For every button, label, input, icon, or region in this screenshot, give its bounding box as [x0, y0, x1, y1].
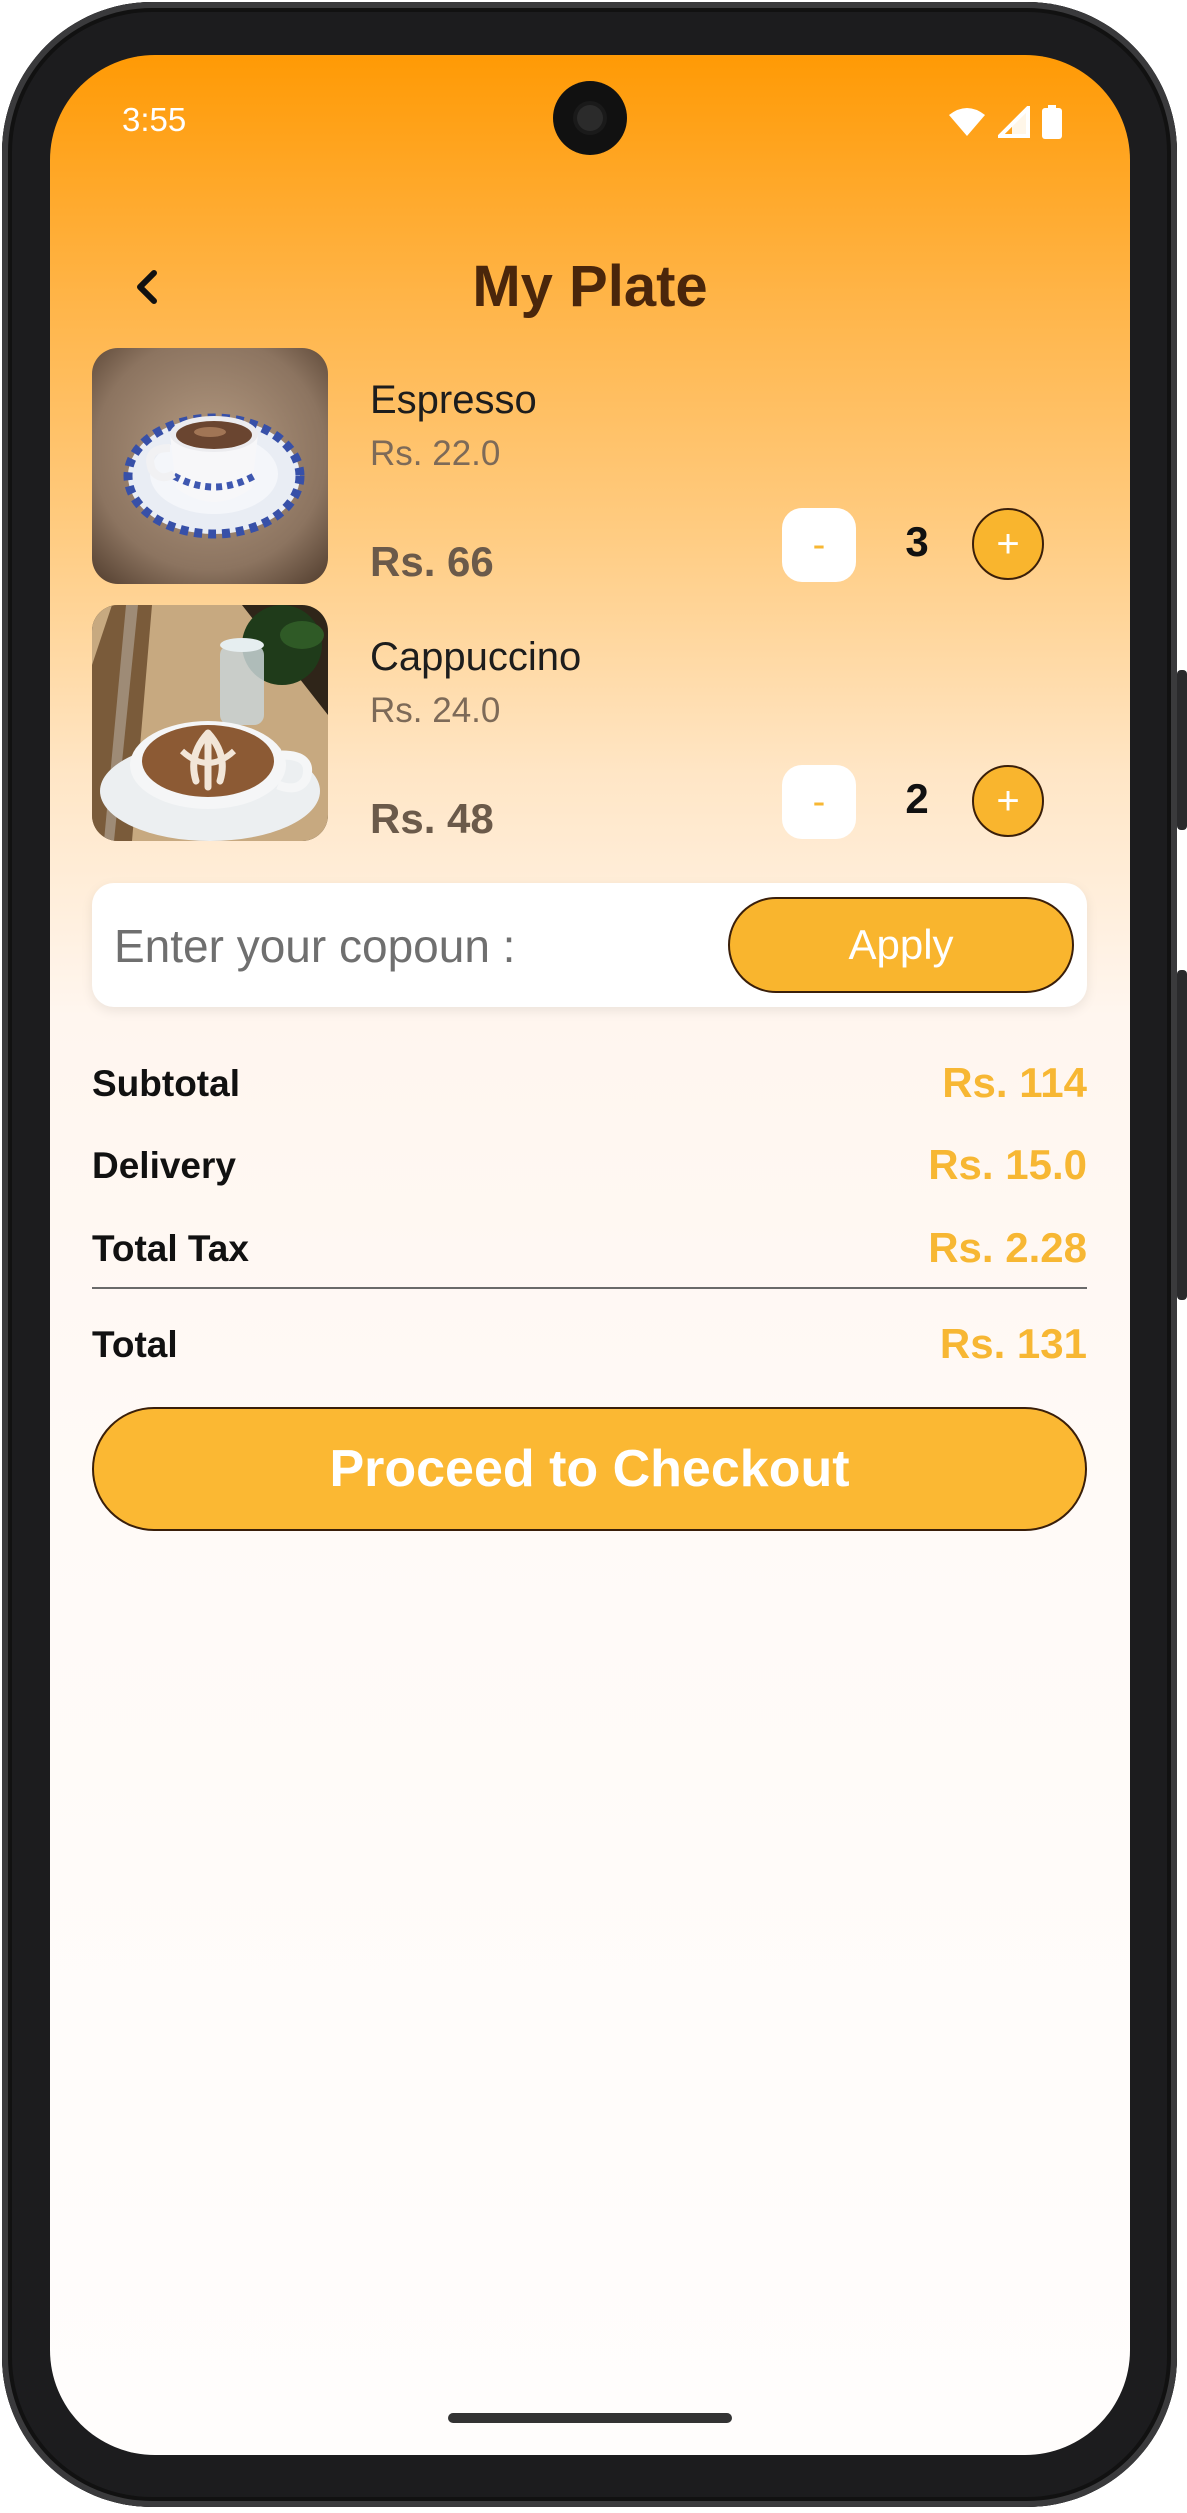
delivery-row: Delivery Rs. 15.0: [92, 1137, 1087, 1197]
app-header: My Plate: [50, 205, 1130, 319]
total-label: Total: [92, 1324, 178, 1365]
tax-value: Rs. 2.28: [928, 1224, 1087, 1271]
tax-label: Total Tax: [92, 1228, 249, 1269]
battery-icon: [1042, 105, 1062, 139]
status-icons: [948, 105, 1062, 139]
power-button: [1177, 970, 1187, 1300]
page-title: My Plate: [472, 254, 708, 319]
cappuccino-image: [92, 605, 328, 841]
increase-quantity-button[interactable]: +: [972, 508, 1044, 580]
tax-row: Total Tax Rs. 2.28: [92, 1220, 1087, 1280]
delivery-value: Rs. 15.0: [928, 1141, 1087, 1188]
item-unit-price: Rs. 24.0: [370, 691, 501, 730]
subtotal-value: Rs. 114: [942, 1059, 1087, 1106]
item-unit-price: Rs. 22.0: [370, 434, 501, 473]
front-camera: [553, 81, 627, 155]
volume-button: [1177, 670, 1187, 830]
subtotal-label: Subtotal: [92, 1063, 240, 1104]
wifi-icon: [949, 108, 985, 136]
summary-divider: [92, 1287, 1087, 1289]
app-screen: 3:55 My Plate Espresso Rs. 22.0 Rs. 66 -…: [50, 55, 1130, 2455]
coupon-box: Apply: [92, 883, 1087, 1009]
total-row: Total Rs. 131: [92, 1316, 1087, 1376]
device-frame: 3:55 My Plate Espresso Rs. 22.0 Rs. 66 -…: [0, 0, 1187, 2513]
cart-item-cappuccino: Cappuccino Rs. 24.0 Rs. 48 - 2 +: [92, 605, 1092, 842]
total-value: Rs. 131: [939, 1320, 1087, 1367]
item-name: Cappuccino: [370, 635, 582, 679]
item-line-total: Rs. 48: [370, 795, 494, 842]
home-indicator[interactable]: [448, 2413, 732, 2423]
status-bar: 3:55: [50, 55, 1130, 185]
item-name: Espresso: [370, 378, 537, 422]
cart-item-espresso: Espresso Rs. 22.0 Rs. 66 - 3 +: [92, 348, 1092, 585]
subtotal-row: Subtotal Rs. 114: [92, 1055, 1087, 1115]
espresso-image: [92, 348, 328, 584]
apply-coupon-button[interactable]: Apply: [728, 897, 1074, 993]
proceed-to-checkout-button[interactable]: Proceed to Checkout: [92, 1407, 1087, 1531]
item-line-total: Rs. 66: [370, 538, 494, 585]
item-quantity: 2: [905, 775, 929, 822]
decrease-quantity-button[interactable]: -: [782, 508, 856, 582]
item-quantity: 3: [905, 518, 929, 565]
increase-quantity-button[interactable]: +: [972, 765, 1044, 837]
decrease-quantity-button[interactable]: -: [782, 765, 856, 839]
delivery-label: Delivery: [92, 1145, 236, 1186]
status-time: 3:55: [122, 101, 187, 138]
signal-icon: [998, 106, 1030, 138]
coupon-input[interactable]: [112, 883, 716, 1009]
